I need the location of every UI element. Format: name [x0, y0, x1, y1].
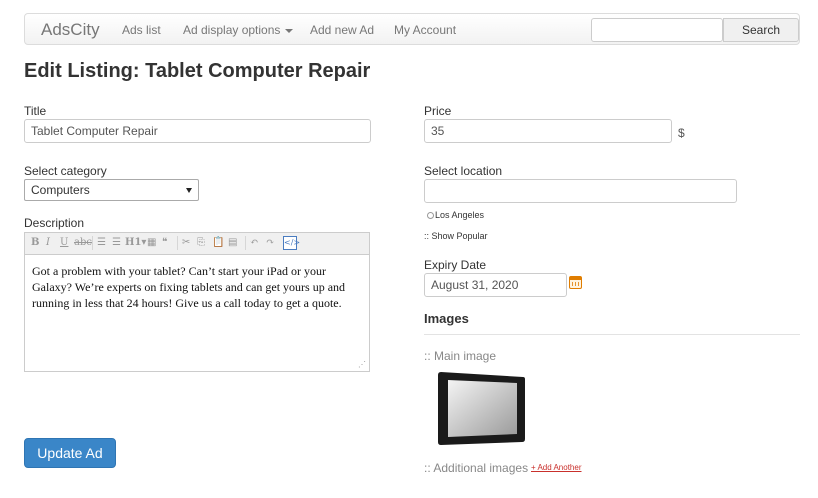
price-input[interactable]: 35: [424, 119, 672, 143]
location-option-los-angeles[interactable]: Los Angeles: [427, 210, 484, 220]
description-label: Description: [24, 216, 85, 230]
category-select[interactable]: Computers: [24, 179, 199, 201]
page-title: Edit Listing: Tablet Computer Repair: [24, 60, 371, 82]
redo-icon[interactable]: ↷: [266, 237, 274, 249]
copy-icon[interactable]: ⎘: [197, 237, 205, 249]
category-label: Select category: [24, 164, 107, 178]
heading-icon[interactable]: H1▾: [125, 237, 146, 249]
navbar: AdsCity Ads list Ad display options Add …: [24, 13, 800, 45]
table-icon[interactable]: ▦: [147, 237, 156, 249]
paste-text-icon[interactable]: ▤: [228, 237, 237, 249]
nav-ads-list[interactable]: Ads list: [122, 23, 161, 37]
search-input[interactable]: [591, 18, 723, 42]
location-label: Select location: [424, 164, 503, 178]
expiry-date-input[interactable]: August 31, 2020: [424, 273, 567, 297]
editor-toolbar: B I U abc ☰ ☰ H1▾ ▦ ❝ ✂ ⎘ 📋 ▤ ↶ ↷ </>: [25, 233, 369, 255]
main-image-label: :: Main image: [424, 349, 497, 363]
source-icon[interactable]: </>: [283, 236, 300, 250]
paste-icon[interactable]: 📋: [212, 237, 224, 249]
nav-add-new-ad[interactable]: Add new Ad: [310, 23, 374, 37]
toolbar-divider: [245, 236, 246, 250]
location-option-label: Los Angeles: [435, 210, 485, 220]
nav-my-account[interactable]: My Account: [394, 23, 456, 37]
show-popular-link[interactable]: :: Show Popular: [424, 231, 488, 241]
search-button[interactable]: Search: [723, 18, 799, 42]
nav-ad-display-options-label: Ad display options: [183, 23, 281, 37]
update-ad-button[interactable]: Update Ad: [24, 438, 116, 468]
dropdown-arrow-icon: [186, 188, 192, 193]
location-input[interactable]: [424, 179, 737, 203]
undo-icon[interactable]: ↶: [250, 237, 258, 249]
price-label: Price: [424, 104, 452, 118]
radio-icon: [427, 212, 434, 219]
italic-icon[interactable]: I: [46, 237, 50, 249]
description-text[interactable]: Got a problem with your tablet? Can’t st…: [32, 263, 362, 311]
toolbar-divider: [177, 236, 178, 250]
title-label: Title: [24, 104, 47, 118]
description-editor[interactable]: B I U abc ☰ ☰ H1▾ ▦ ❝ ✂ ⎘ 📋 ▤ ↶ ↷ </> Go…: [24, 232, 370, 372]
resize-grip-icon[interactable]: ⋰: [358, 361, 366, 369]
category-selected-value: Computers: [31, 183, 90, 197]
images-heading: Images: [424, 311, 469, 326]
underline-icon[interactable]: U: [60, 237, 68, 249]
additional-images-label: :: Additional images: [424, 461, 529, 475]
toolbar-divider: [92, 236, 93, 250]
bullet-list-icon[interactable]: ☰: [97, 237, 106, 249]
bold-icon[interactable]: B: [31, 237, 39, 249]
caret-down-icon: [285, 28, 294, 33]
cut-icon[interactable]: ✂: [182, 237, 190, 249]
calendar-icon[interactable]: [569, 276, 582, 289]
brand-logo[interactable]: AdsCity: [41, 20, 100, 40]
divider: [424, 334, 800, 335]
nav-ad-display-options[interactable]: Ad display options: [183, 23, 294, 37]
quote-icon[interactable]: ❝: [162, 237, 167, 249]
tablet-image[interactable]: [437, 369, 527, 447]
title-input[interactable]: Tablet Computer Repair: [24, 119, 371, 143]
numbered-list-icon[interactable]: ☰: [112, 237, 121, 249]
strikethrough-icon[interactable]: abc: [74, 237, 92, 249]
currency-symbol: $: [678, 126, 685, 140]
add-another-link[interactable]: + Add Another: [531, 463, 582, 472]
expiry-label: Expiry Date: [424, 258, 487, 272]
